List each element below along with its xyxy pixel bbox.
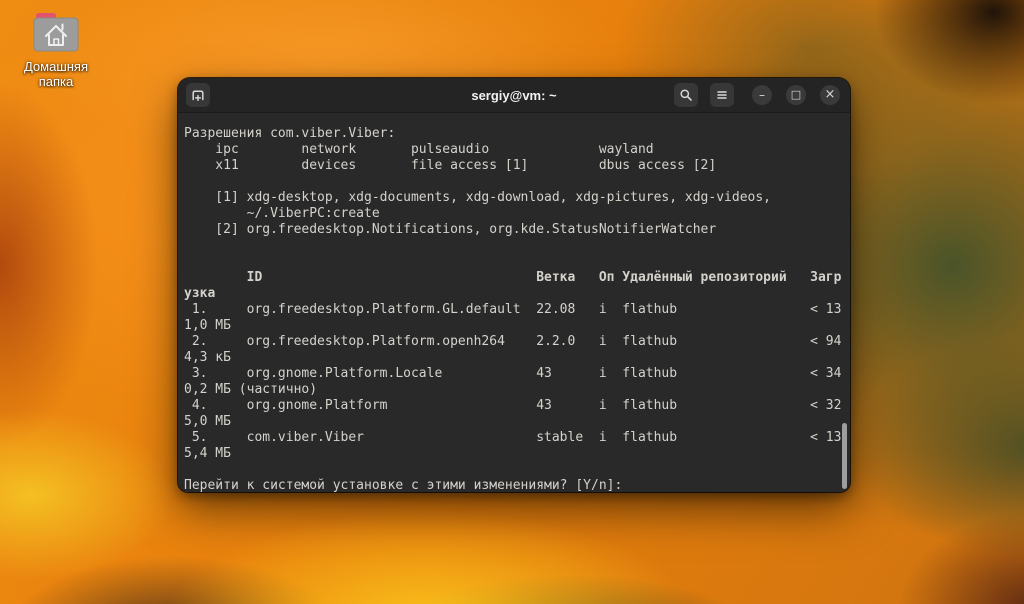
terminal-line: узка [184,286,216,301]
close-icon: × [824,87,836,102]
home-folder-shortcut[interactable]: Домашняя папка [8,8,104,89]
terminal-line: 1. org.freedesktop.Platform.GL.default 2… [184,302,842,317]
terminal-line: 1,0 МБ [184,318,231,333]
terminal-line: [2] org.freedesktop.Notifications, org.k… [184,222,717,237]
terminal-line: 5,0 МБ [184,414,231,429]
home-folder-label: Домашняя папка [23,59,89,89]
terminal-line: Разрешения com.viber.Viber: [184,126,396,141]
terminal-line: 4. org.gnome.Platform 43 i flathub < 32 [184,398,842,413]
terminal-line: x11 devices file access [1] dbus access … [184,158,717,173]
maximize-icon: □ [790,88,802,101]
minimize-icon: – [759,88,765,102]
terminal-line: ID Ветка Оп Удалённый репозиторий Загр [184,270,842,285]
terminal-line: 3. org.gnome.Platform.Locale 43 i flathu… [184,366,842,381]
terminal-line: Перейти к системой установке с этими изм… [184,478,631,492]
terminal-output[interactable]: Разрешения com.viber.Viber: ipc network … [178,114,850,492]
new-tab-button[interactable] [186,83,210,107]
terminal-line: 2. org.freedesktop.Platform.openh264 2.2… [184,334,842,349]
minimize-button[interactable]: – [752,85,772,105]
search-icon [680,89,692,101]
terminal-line: 4,3 кБ [184,350,231,365]
maximize-button[interactable]: □ [786,85,806,105]
scrollbar[interactable] [842,423,847,489]
terminal-line: [1] xdg-desktop, xdg-documents, xdg-down… [184,190,771,205]
hamburger-menu-icon [717,91,727,99]
terminal-line: 0,2 МБ (частично) [184,382,318,397]
close-button[interactable]: × [820,85,840,105]
titlebar[interactable]: sergiy@vm: ~ – □ × [178,78,850,113]
terminal-line: ipc network pulseaudio wayland [184,142,654,157]
terminal-line: ~/.ViberPC:create [184,206,380,221]
search-button[interactable] [674,83,698,107]
terminal-window: sergiy@vm: ~ – □ × Разрешения com.viber.… [178,78,850,492]
terminal-line: 5. com.viber.Viber stable i flathub < 13 [184,430,842,445]
home-folder-icon [33,13,79,52]
terminal-line: 5,4 МБ [184,446,231,461]
menu-button[interactable] [710,83,734,107]
new-tab-icon [192,90,204,101]
